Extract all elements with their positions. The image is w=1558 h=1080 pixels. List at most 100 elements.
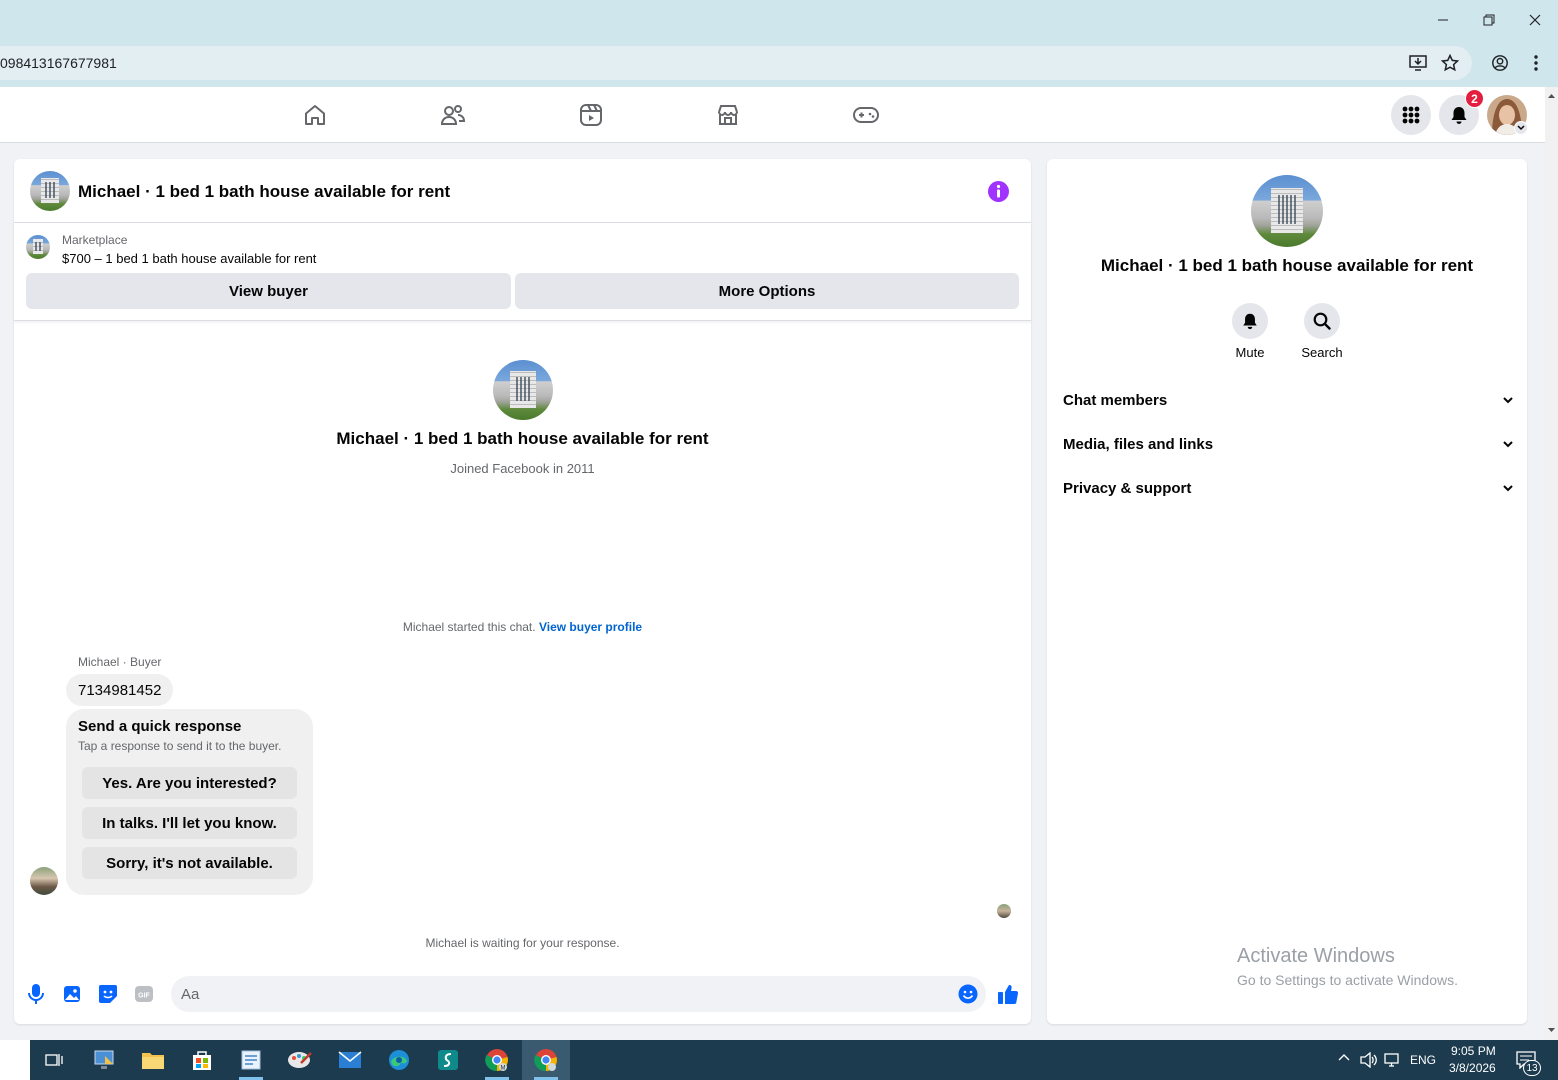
seen-receipt-avatar	[997, 904, 1011, 918]
search-icon[interactable]	[1304, 303, 1340, 339]
conversation-info-panel: Michael · 1 bed 1 bath house available f…	[1047, 159, 1527, 1024]
waiting-notice: Michael is waiting for your response.	[425, 936, 620, 950]
view-buyer-profile-link[interactable]: View buyer profile	[539, 620, 642, 634]
activate-windows-watermark: Activate Windows Go to Settings to activ…	[1237, 945, 1458, 988]
windows-taskbar: M ENG 9:05 PM 3/8/2026 13	[0, 1040, 1558, 1080]
bell-icon[interactable]	[1232, 303, 1268, 339]
message-bubble[interactable]: 7134981452	[66, 674, 174, 706]
quick-response-option[interactable]: In talks. I'll let you know.	[82, 807, 297, 839]
file-explorer-icon[interactable]	[139, 1046, 167, 1074]
language-indicator[interactable]: ENG	[1410, 1053, 1436, 1067]
intro-title: Michael · 1 bed 1 bath house available f…	[336, 429, 709, 448]
info-title: Michael · 1 bed 1 bath house available f…	[1100, 256, 1474, 275]
mute-button[interactable]: Mute	[1220, 303, 1280, 360]
chat-panel: Michael · 1 bed 1 bath house available f…	[14, 159, 1031, 1024]
minimize-icon[interactable]	[1428, 6, 1458, 34]
section-label: Chat members	[1063, 391, 1168, 409]
clock-date[interactable]: 3/8/2026	[1449, 1061, 1496, 1075]
watermark-line2: Go to Settings to activate Windows.	[1237, 972, 1458, 988]
more-options-button[interactable]: More Options	[515, 273, 1019, 309]
quick-response-title: Send a quick response	[78, 718, 242, 735]
marketplace-listing-block: Marketplace $700 – 1 bed 1 bath house av…	[14, 223, 1031, 321]
listing-title[interactable]: $700 – 1 bed 1 bath house available for …	[62, 251, 316, 266]
friends-icon[interactable]	[439, 101, 467, 129]
quick-response-option[interactable]: Yes. Are you interested?	[82, 767, 297, 799]
media-files-links-section[interactable]: Media, files and links	[1063, 430, 1513, 458]
menu-grid-icon[interactable]	[1391, 95, 1431, 135]
mute-label: Mute	[1235, 345, 1265, 360]
document-app-icon[interactable]	[237, 1046, 265, 1080]
intro-joined-text: Joined Facebook in 2011	[450, 461, 595, 476]
restore-icon[interactable]	[1474, 6, 1504, 34]
sticker-icon[interactable]	[96, 982, 120, 1006]
action-center-badge: 13	[1523, 1060, 1541, 1076]
section-label: Media, files and links	[1063, 435, 1214, 453]
chevron-down-icon	[1503, 484, 1513, 491]
listing-thumbnail[interactable]	[26, 235, 50, 259]
home-icon[interactable]	[301, 101, 329, 129]
listing-avatar[interactable]	[30, 171, 70, 211]
svg-text:M: M	[501, 1066, 506, 1072]
search-label: Search	[1301, 345, 1343, 360]
start-button[interactable]	[0, 1040, 30, 1080]
thumbs-up-icon[interactable]	[996, 982, 1020, 1006]
svg-text:GIF: GIF	[138, 993, 150, 1000]
marketplace-icon[interactable]	[714, 101, 742, 129]
profile-icon[interactable]	[1488, 52, 1512, 74]
notification-badge: 2	[1465, 89, 1484, 108]
close-icon[interactable]	[1520, 6, 1550, 34]
info-icon[interactable]	[988, 181, 1009, 202]
view-buyer-button[interactable]: View buyer	[26, 273, 511, 309]
section-label: Privacy & support	[1063, 479, 1192, 497]
sway-icon[interactable]	[434, 1046, 462, 1074]
more-vert-icon[interactable]	[1524, 52, 1548, 74]
remote-desktop-icon[interactable]	[91, 1046, 119, 1074]
browser-title-bar	[0, 0, 1558, 40]
gif-icon[interactable]: GIF	[132, 982, 156, 1006]
buyer-avatar[interactable]	[30, 867, 58, 895]
sender-label: Michael · Buyer	[78, 655, 162, 669]
chat-header: Michael · 1 bed 1 bath house available f…	[14, 159, 1031, 223]
paint-icon[interactable]	[286, 1046, 314, 1074]
watermark-line1: Activate Windows	[1237, 945, 1395, 967]
chat-members-section[interactable]: Chat members	[1063, 386, 1513, 414]
photo-icon[interactable]	[60, 982, 84, 1006]
facebook-top-nav: 2	[0, 87, 1545, 143]
address-bar[interactable]: 098413167677981	[0, 46, 1472, 80]
video-icon[interactable]	[577, 101, 605, 129]
url-text[interactable]: 098413167677981	[0, 55, 117, 71]
install-app-icon[interactable]	[1406, 52, 1430, 74]
chevron-up-icon[interactable]	[1338, 1053, 1350, 1061]
chat-started-notice: Michael started this chat. View buyer pr…	[14, 620, 1031, 634]
chrome-icon[interactable]: M	[483, 1046, 511, 1080]
edge-icon[interactable]	[385, 1046, 413, 1074]
privacy-support-section[interactable]: Privacy & support	[1063, 474, 1513, 502]
emoji-icon[interactable]	[956, 982, 980, 1006]
intro-avatar[interactable]	[493, 360, 553, 420]
chrome-profile-icon[interactable]	[532, 1046, 560, 1080]
quick-response-card: Send a quick response Tap a response to …	[66, 709, 313, 895]
chevron-down-icon	[1503, 396, 1513, 403]
message-input[interactable]	[171, 976, 986, 1012]
search-button[interactable]: Search	[1292, 303, 1352, 360]
task-view-icon[interactable]	[40, 1046, 68, 1074]
chat-title[interactable]: Michael · 1 bed 1 bath house available f…	[78, 182, 450, 202]
quick-response-option[interactable]: Sorry, it's not available.	[82, 847, 297, 879]
store-icon[interactable]	[188, 1046, 216, 1074]
quick-response-subtitle: Tap a response to send it to the buyer.	[78, 739, 282, 753]
microphone-icon[interactable]	[24, 982, 48, 1006]
mail-icon[interactable]	[336, 1046, 364, 1074]
clock-time[interactable]: 9:05 PM	[1451, 1044, 1496, 1058]
message-composer: GIF	[14, 974, 1031, 1014]
bookmark-star-icon[interactable]	[1438, 52, 1462, 74]
chevron-down-icon[interactable]	[1514, 121, 1528, 135]
page-scrollbar[interactable]	[1545, 87, 1558, 1040]
chevron-down-icon	[1503, 440, 1513, 447]
network-icon[interactable]	[1384, 1052, 1402, 1068]
browser-toolbar: 098413167677981	[0, 40, 1558, 87]
volume-icon[interactable]	[1360, 1052, 1378, 1068]
started-text: Michael started this chat.	[402, 620, 536, 634]
info-avatar[interactable]	[1251, 175, 1323, 247]
marketplace-label: Marketplace	[62, 233, 128, 247]
gaming-icon[interactable]	[852, 101, 880, 129]
